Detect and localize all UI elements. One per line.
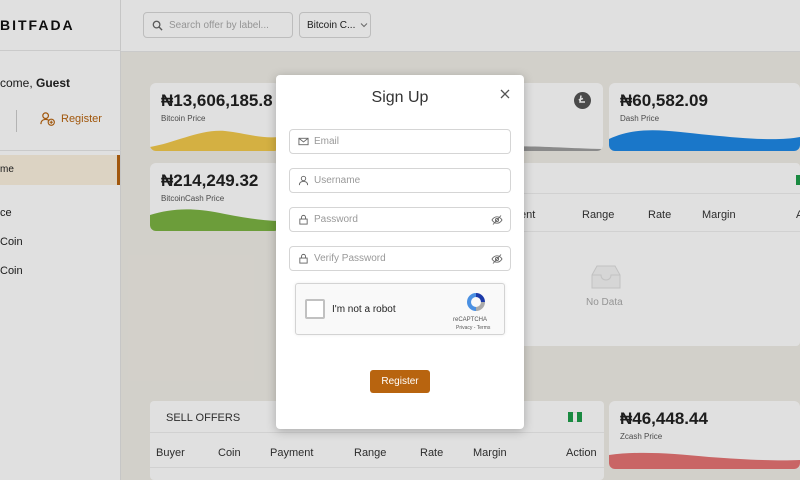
username-input[interactable] [314,175,510,186]
eye-slash-icon[interactable] [491,253,503,265]
register-button[interactable]: Register [370,370,430,393]
password-field[interactable] [289,207,511,232]
signup-modal: Sign Up Email Username I'm not a robot r… [276,75,524,429]
mail-icon [298,137,309,146]
verify-password-input[interactable] [314,253,486,264]
lock-icon [299,214,308,225]
username-field[interactable] [289,168,511,193]
recaptcha-checkbox[interactable] [305,299,325,319]
recaptcha-links[interactable]: Privacy - Terms [456,325,490,331]
verify-password-field[interactable] [289,246,511,271]
recaptcha-label: I'm not a robot [332,304,396,315]
modal-title: Sign Up [371,89,429,106]
close-icon[interactable] [498,87,512,101]
email-input[interactable] [314,136,510,147]
recaptcha-widget: I'm not a robot reCAPTCHA Privacy - Term… [295,283,505,335]
eye-slash-icon[interactable] [491,214,503,226]
password-input[interactable] [314,214,486,225]
lock-icon [299,253,308,264]
recaptcha-brand: reCAPTCHA [453,317,488,323]
email-field[interactable] [289,129,511,154]
recaptcha-logo-icon [467,293,485,311]
user-icon [298,175,309,186]
